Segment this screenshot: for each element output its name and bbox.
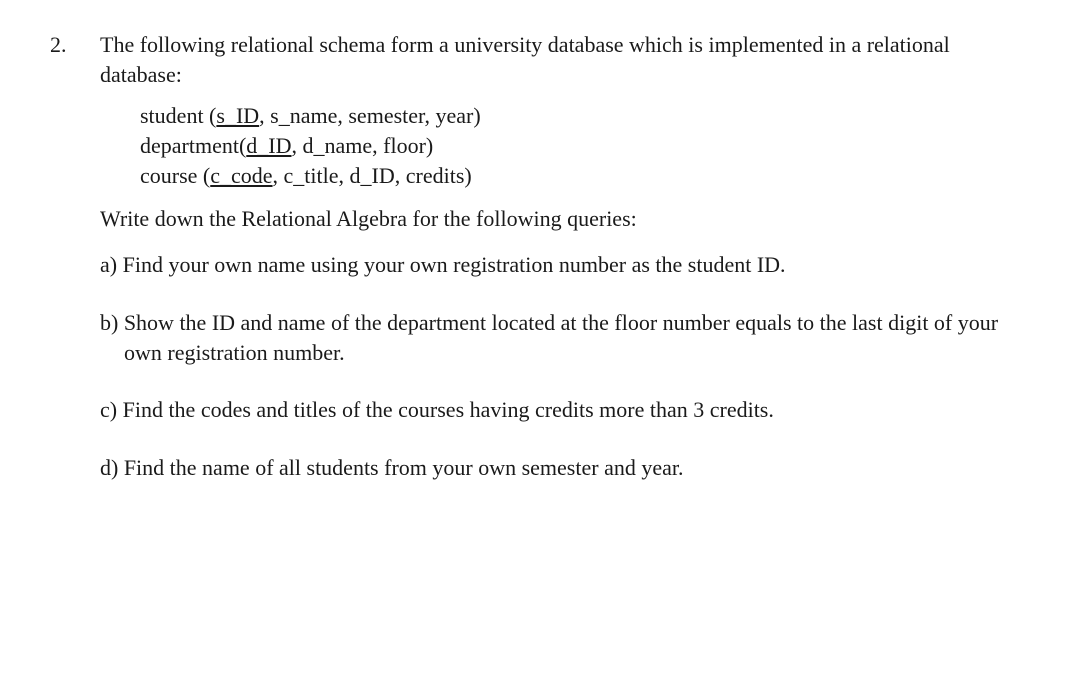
query-b-text: b) Show the ID and name of the departmen… <box>100 308 1020 367</box>
query-a: a) Find your own name using your own reg… <box>100 250 1020 280</box>
schema-block: student (s_ID, s_name, semester, year) d… <box>140 101 1020 190</box>
schema-department-rest: , d_name, floor) <box>292 133 434 158</box>
schema-course-key: c_code <box>210 163 272 188</box>
schema-student-key: s_ID <box>216 103 259 128</box>
schema-department: department(d_ID, d_name, floor) <box>140 131 1020 161</box>
schema-student-rest: , s_name, semester, year) <box>259 103 480 128</box>
schema-course: course (c_code, c_title, d_ID, credits) <box>140 161 1020 191</box>
query-b: b) Show the ID and name of the departmen… <box>100 308 1020 367</box>
schema-student: student (s_ID, s_name, semester, year) <box>140 101 1020 131</box>
schema-student-relation: student ( <box>140 103 216 128</box>
question-body: The following relational schema form a u… <box>100 30 1020 511</box>
schema-department-relation: department( <box>140 133 246 158</box>
question-intro: The following relational schema form a u… <box>100 30 1020 89</box>
schema-course-relation: course ( <box>140 163 210 188</box>
schema-course-rest: , c_title, d_ID, credits) <box>273 163 472 188</box>
question-container: 2. The following relational schema form … <box>50 30 1020 511</box>
query-c: c) Find the codes and titles of the cour… <box>100 395 1020 425</box>
instruction-text: Write down the Relational Algebra for th… <box>100 204 1020 234</box>
question-number: 2. <box>50 30 100 511</box>
query-d: d) Find the name of all students from yo… <box>100 453 1020 483</box>
schema-department-key: d_ID <box>246 133 291 158</box>
